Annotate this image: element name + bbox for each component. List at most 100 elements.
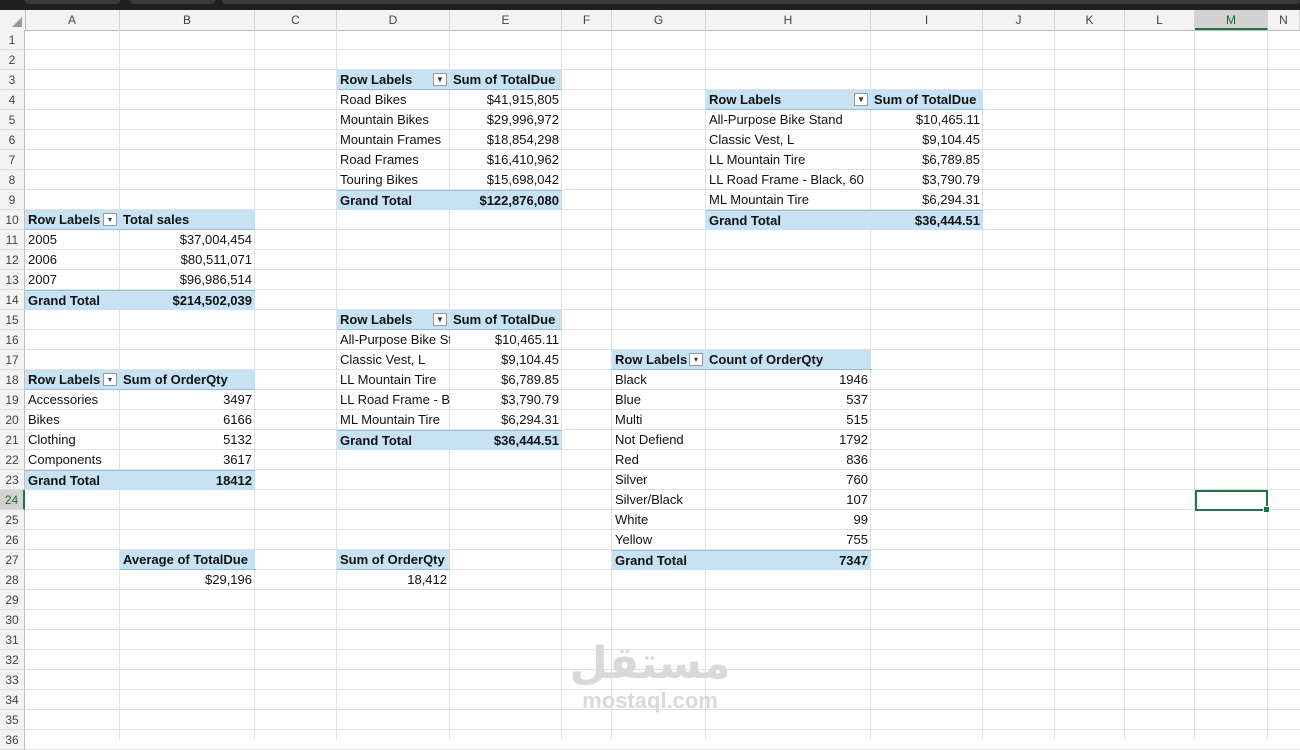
select-all-button[interactable] — [0, 10, 26, 31]
column-header-c[interactable]: C — [255, 10, 337, 30]
row-header-19[interactable]: 19 — [0, 390, 25, 410]
row-header-23[interactable]: 23 — [0, 470, 25, 490]
pivot-row-value: 6166 — [223, 412, 252, 427]
row-header-32[interactable]: 32 — [0, 650, 25, 670]
pivot-row-label[interactable]: Classic Vest, L — [706, 130, 871, 150]
pivot-row-label[interactable]: Not Defiend — [612, 430, 706, 450]
row-header-2[interactable]: 2 — [0, 50, 25, 70]
pivot-grand-total-label: Grand Total — [337, 190, 450, 210]
pivot-row-label[interactable]: Yellow — [612, 530, 706, 550]
filter-sort-icon[interactable]: ▼ — [433, 73, 447, 86]
row-header-20[interactable]: 20 — [0, 410, 25, 430]
column-header-m[interactable]: M — [1195, 10, 1268, 30]
pivot-row-label[interactable]: Mountain Bikes — [337, 110, 450, 130]
pivot-row-label[interactable]: Silver — [612, 470, 706, 490]
sheet-toolbar-tab[interactable] — [25, 0, 120, 4]
column-header-h[interactable]: H — [706, 10, 871, 30]
pivot-row-value: $6,294.31 — [501, 412, 559, 427]
row-header-17[interactable]: 17 — [0, 350, 25, 370]
pivot-row-value: $6,789.85 — [501, 372, 559, 387]
pivot-row-label[interactable]: Clothing — [25, 430, 120, 450]
dropdown-arrow-icon[interactable]: ▾ — [103, 373, 117, 386]
pivot-row-label[interactable]: 2006 — [25, 250, 120, 270]
row-header-28[interactable]: 28 — [0, 570, 25, 590]
row-header-5[interactable]: 5 — [0, 110, 25, 130]
row-header-12[interactable]: 12 — [0, 250, 25, 270]
row-header-1[interactable]: 1 — [0, 30, 25, 50]
pivot-row-label[interactable]: LL Road Frame - Black, 60 — [706, 170, 871, 190]
row-header-7[interactable]: 7 — [0, 150, 25, 170]
pivot-row-label[interactable]: 2005 — [25, 230, 120, 250]
pivot-row-label[interactable]: All-Purpose Bike Stand — [706, 110, 871, 130]
filter-sort-icon[interactable]: ▼ — [854, 93, 868, 106]
pivot-row-value: 537 — [846, 392, 868, 407]
column-header-n[interactable]: N — [1268, 10, 1300, 30]
column-header-b[interactable]: B — [120, 10, 255, 30]
pivot-row-label[interactable]: Bikes — [25, 410, 120, 430]
row-header-9[interactable]: 9 — [0, 190, 25, 210]
row-header-34[interactable]: 34 — [0, 690, 25, 710]
pivot-row-label[interactable]: ML Mountain Tire — [337, 410, 450, 430]
row-header-33[interactable]: 33 — [0, 670, 25, 690]
column-header-d[interactable]: D — [337, 10, 450, 30]
row-header-25[interactable]: 25 — [0, 510, 25, 530]
pivot-row-label[interactable]: LL Road Frame - Black, 60 — [337, 390, 450, 410]
dropdown-arrow-icon[interactable]: ▾ — [103, 213, 117, 226]
column-header-l[interactable]: L — [1125, 10, 1195, 30]
pivot-row-label[interactable]: Classic Vest, L — [337, 350, 450, 370]
row-header-11[interactable]: 11 — [0, 230, 25, 250]
pivot-row-label[interactable]: Road Frames — [337, 150, 450, 170]
pivot-row-label[interactable]: Silver/Black — [612, 490, 706, 510]
row-header-21[interactable]: 21 — [0, 430, 25, 450]
pivot-row-label[interactable]: Red — [612, 450, 706, 470]
row-header-29[interactable]: 29 — [0, 590, 25, 610]
pivot-row-label[interactable]: LL Mountain Tire — [337, 370, 450, 390]
active-cell-selection[interactable] — [1195, 490, 1270, 513]
row-header-3[interactable]: 3 — [0, 70, 25, 90]
pivot-row-label[interactable]: ML Mountain Tire — [706, 190, 871, 210]
pivot-row-label[interactable]: Accessories — [25, 390, 120, 410]
row-header-36[interactable]: 36 — [0, 730, 25, 750]
row-header-31[interactable]: 31 — [0, 630, 25, 650]
column-header-j[interactable]: J — [983, 10, 1055, 30]
column-header-i[interactable]: I — [871, 10, 983, 30]
pivot-row-label[interactable]: Road Bikes — [337, 90, 450, 110]
column-header-a[interactable]: A — [25, 10, 120, 30]
column-header-e[interactable]: E — [450, 10, 562, 30]
pivot-row-labels-header[interactable]: Row Labels — [706, 90, 871, 110]
column-header-k[interactable]: K — [1055, 10, 1125, 30]
pivot-row-label[interactable]: Multi — [612, 410, 706, 430]
column-header-g[interactable]: G — [612, 10, 706, 30]
pivot-row-label[interactable]: Mountain Frames — [337, 130, 450, 150]
pivot-row-label[interactable]: Black — [612, 370, 706, 390]
row-header-10[interactable]: 10 — [0, 210, 25, 230]
row-header-15[interactable]: 15 — [0, 310, 25, 330]
sheet-toolbar-tab[interactable] — [130, 0, 215, 4]
fill-handle[interactable] — [1263, 506, 1270, 513]
row-header-24[interactable]: 24 — [0, 490, 25, 510]
dropdown-arrow-icon[interactable]: ▾ — [689, 353, 703, 366]
column-header-f[interactable]: F — [562, 10, 612, 30]
row-header-27[interactable]: 27 — [0, 550, 25, 570]
pivot-row-label[interactable]: All-Purpose Bike Stand — [337, 330, 450, 350]
row-header-16[interactable]: 16 — [0, 330, 25, 350]
row-header-22[interactable]: 22 — [0, 450, 25, 470]
pivot-row-label[interactable]: Touring Bikes — [337, 170, 450, 190]
row-header-30[interactable]: 30 — [0, 610, 25, 630]
pivot-row-label[interactable]: Components — [25, 450, 120, 470]
pivot-row-label[interactable]: 2007 — [25, 270, 120, 290]
row-header-14[interactable]: 14 — [0, 290, 25, 310]
row-header-6[interactable]: 6 — [0, 130, 25, 150]
filter-sort-icon[interactable]: ▼ — [433, 313, 447, 326]
row-header-26[interactable]: 26 — [0, 530, 25, 550]
row-header-4[interactable]: 4 — [0, 90, 25, 110]
row-header-13[interactable]: 13 — [0, 270, 25, 290]
row-header-35[interactable]: 35 — [0, 710, 25, 730]
row-header-18[interactable]: 18 — [0, 370, 25, 390]
pivot-row-label[interactable]: White — [612, 510, 706, 530]
pivot-row-label[interactable]: LL Mountain Tire — [706, 150, 871, 170]
pivot-row-value: $80,511,071 — [180, 252, 252, 267]
formula-bar[interactable] — [222, 0, 1300, 4]
pivot-row-label[interactable]: Blue — [612, 390, 706, 410]
row-header-8[interactable]: 8 — [0, 170, 25, 190]
